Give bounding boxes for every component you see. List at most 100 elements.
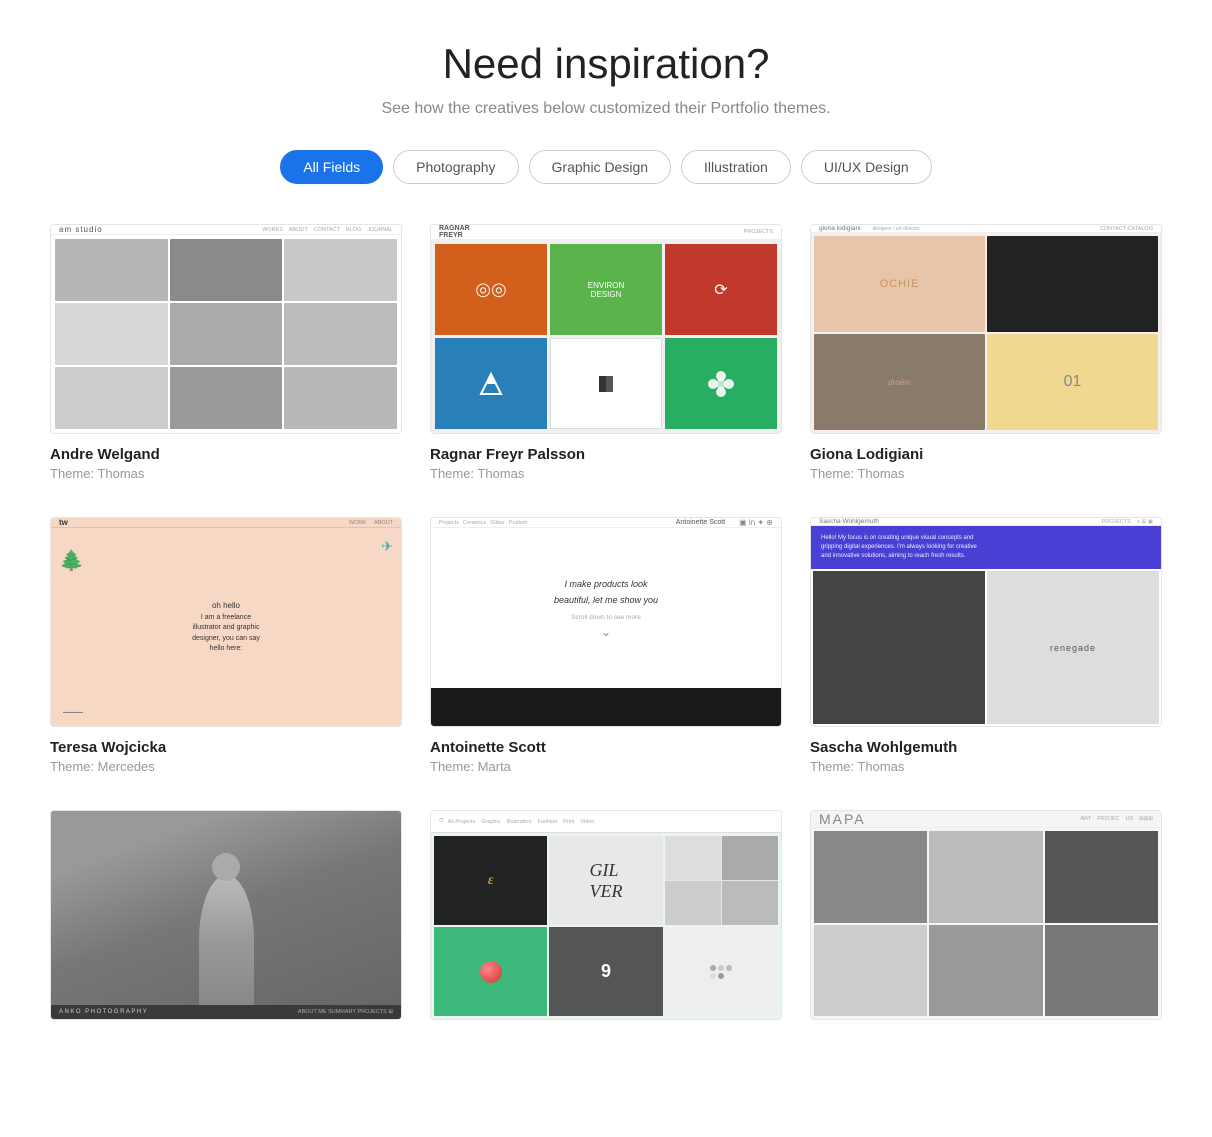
header-section: Need inspiration? See how the creatives …	[50, 40, 1162, 118]
ragnar-cell	[435, 338, 547, 429]
emporia-cell-e: ε	[434, 836, 547, 925]
portfolio-item: ANKO PHOTOGRAPHY ABOUT ME SUMMARY PROJEC…	[50, 810, 402, 1035]
portfolio-thumbnail-anko[interactable]: ANKO PHOTOGRAPHY ABOUT ME SUMMARY PROJEC…	[50, 810, 402, 1020]
portfolio-thumbnail-antoinette[interactable]: ProjectsCeramicsGlitterPodium Antoinette…	[430, 517, 782, 727]
anko-head	[212, 853, 240, 881]
portfolio-name: Andre Welgand	[50, 446, 402, 463]
sascha-blue-section: Hello! My focus is on creating unique vi…	[811, 526, 1161, 569]
giona-cell: 01	[987, 334, 1158, 430]
ragnar-svg-icon	[479, 372, 503, 396]
ragnar-book-icon	[596, 374, 616, 394]
ragnar-name-header: RAGNARFREYR	[439, 225, 470, 239]
sascha-cell-dark	[813, 571, 985, 724]
giona-cell: droëm	[814, 334, 985, 430]
ragnar-nav: PROJECTS	[744, 229, 773, 235]
sascha-blue-text: Hello! My focus is on creating unique vi…	[821, 534, 977, 561]
portfolio-name: Antoinette Scott	[430, 739, 782, 756]
anko-bottom-bar: ANKO PHOTOGRAPHY ABOUT ME SUMMARY PROJEC…	[51, 1005, 401, 1019]
filter-all-fields[interactable]: All Fields	[280, 150, 383, 184]
giona-cell	[987, 236, 1158, 332]
ragnar-cell	[550, 338, 662, 429]
portfolio-theme: Theme: Mercedes	[50, 759, 402, 774]
ragnar-cell	[665, 338, 777, 429]
teresa-deco-bottom: ——	[63, 707, 83, 718]
portfolio-thumbnail-giona[interactable]: giona lodigiani designer / art director …	[810, 224, 1162, 434]
giona-name-header: giona lodigiani	[819, 225, 861, 232]
portfolio-item: MAPA ARTPROJECUS⊞⊞⊞	[810, 810, 1162, 1035]
portfolio-item: ⏱ All ProjectsGraphicIllustrationFashion…	[430, 810, 782, 1035]
portfolio-name: Giona Lodigiani	[810, 446, 1162, 463]
emporia-cell-g: GILVER	[549, 836, 662, 925]
portfolio-thumbnail-am-studio[interactable]: am studio WORKSABOUTCONTACTBLOGJOURNAL	[50, 224, 402, 434]
antoinette-body: I make products lookbeautiful, let me sh…	[431, 528, 781, 688]
portfolio-theme: Theme: Thomas	[430, 466, 782, 481]
sascha-bottom-grid: renegade	[811, 569, 1161, 726]
anko-person-silhouette	[199, 875, 254, 1005]
ragnar-cell: ⟳	[665, 244, 777, 335]
am-cell	[170, 367, 283, 429]
portfolio-theme: Theme: Thomas	[50, 466, 402, 481]
page-subtitle: See how the creatives below customized t…	[50, 100, 1162, 118]
mapa-photo-cell	[1045, 831, 1158, 923]
am-cell	[284, 303, 397, 365]
antoinette-name-header: Antoinette Scott	[676, 519, 725, 526]
ragnar-cell: ENVIRONDESIGN	[550, 244, 662, 335]
mapa-header: MAPA ARTPROJECUS⊞⊞⊞	[811, 811, 1161, 828]
antoinette-scroll-text: Scroll down to see more	[571, 614, 641, 621]
emporia-cell-collage	[665, 836, 778, 925]
page-wrapper: Need inspiration? See how the creatives …	[0, 0, 1212, 1065]
portfolio-grid: am studio WORKSABOUTCONTACTBLOGJOURNAL	[50, 224, 1162, 1035]
portfolio-item: RAGNARFREYR PROJECTS ◎◎ ENVIRONDESIGN ⟳	[430, 224, 782, 481]
antoinette-tagline: I make products lookbeautiful, let me sh…	[554, 577, 658, 608]
mapa-photo-cell	[814, 831, 927, 923]
am-cell	[55, 367, 168, 429]
portfolio-theme: Theme: Thomas	[810, 466, 1162, 481]
portfolio-item: Sascha Wohlgemuth PROJECTS≡ ⊞ ▣ Hello! M…	[810, 517, 1162, 774]
mapa-photo-cell	[929, 925, 1042, 1017]
mapa-photo-cell	[814, 925, 927, 1017]
anko-photo-area	[51, 811, 401, 1005]
am-cell	[55, 303, 168, 365]
portfolio-thumbnail-ragnar[interactable]: RAGNARFREYR PROJECTS ◎◎ ENVIRONDESIGN ⟳	[430, 224, 782, 434]
ragnar-icon-circles: ◎◎	[475, 279, 506, 300]
am-cell	[284, 239, 397, 301]
emporia-header-bar: ⏱ All ProjectsGraphicIllustrationFashion…	[431, 811, 781, 833]
giona-cell: OCHIE	[814, 236, 985, 332]
anko-label: ANKO PHOTOGRAPHY	[59, 1009, 148, 1015]
portfolio-theme: Theme: Marta	[430, 759, 782, 774]
portfolio-name: Ragnar Freyr Palsson	[430, 446, 782, 463]
portfolio-thumbnail-sascha[interactable]: Sascha Wohlgemuth PROJECTS≡ ⊞ ▣ Hello! M…	[810, 517, 1162, 727]
portfolio-name: Teresa Wojcicka	[50, 739, 402, 756]
portfolio-thumbnail-emporia[interactable]: ⏱ All ProjectsGraphicIllustrationFashion…	[430, 810, 782, 1020]
portfolio-theme: Theme: Thomas	[810, 759, 1162, 774]
teresa-text-block: oh hello I am a freelanceillustrator and…	[192, 599, 260, 655]
portfolio-item: tw WORKABOUT oh hello I am a freelanceil…	[50, 517, 402, 774]
portfolio-thumbnail-teresa[interactable]: tw WORKABOUT oh hello I am a freelanceil…	[50, 517, 402, 727]
antoinette-chevron: ⌄	[601, 625, 611, 639]
portfolio-item: am studio WORKSABOUTCONTACTBLOGJOURNAL	[50, 224, 402, 481]
teresa-logo: tw	[59, 518, 68, 527]
emporia-fruit	[480, 961, 502, 983]
am-cell	[55, 239, 168, 301]
mapa-photo-cell	[1045, 925, 1158, 1017]
am-cell	[170, 239, 283, 301]
mapa-nav: ARTPROJECUS⊞⊞⊞	[1080, 816, 1153, 822]
ragnar-cell: ◎◎	[435, 244, 547, 335]
filter-illustration[interactable]: Illustration	[681, 150, 791, 184]
teresa-deco-bird: ✈	[381, 538, 393, 555]
portfolio-name: Sascha Wohlgemuth	[810, 739, 1162, 756]
page-title: Need inspiration?	[50, 40, 1162, 88]
am-cell	[284, 367, 397, 429]
antoinette-footer-bar	[431, 688, 781, 726]
am-cell	[170, 303, 283, 365]
emporia-grid: ε GILVER 9	[431, 833, 781, 1019]
portfolio-thumbnail-mapa[interactable]: MAPA ARTPROJECUS⊞⊞⊞	[810, 810, 1162, 1020]
filter-ui-ux[interactable]: UI/UX Design	[801, 150, 932, 184]
emporia-cell-dots	[665, 927, 778, 1016]
thumb-logo: am studio	[59, 225, 103, 234]
emporia-cell-9: 9	[549, 927, 662, 1016]
filter-photography[interactable]: Photography	[393, 150, 518, 184]
portfolio-item: giona lodigiani designer / art director …	[810, 224, 1162, 481]
portfolio-item: ProjectsCeramicsGlitterPodium Antoinette…	[430, 517, 782, 774]
filter-graphic-design[interactable]: Graphic Design	[529, 150, 672, 184]
